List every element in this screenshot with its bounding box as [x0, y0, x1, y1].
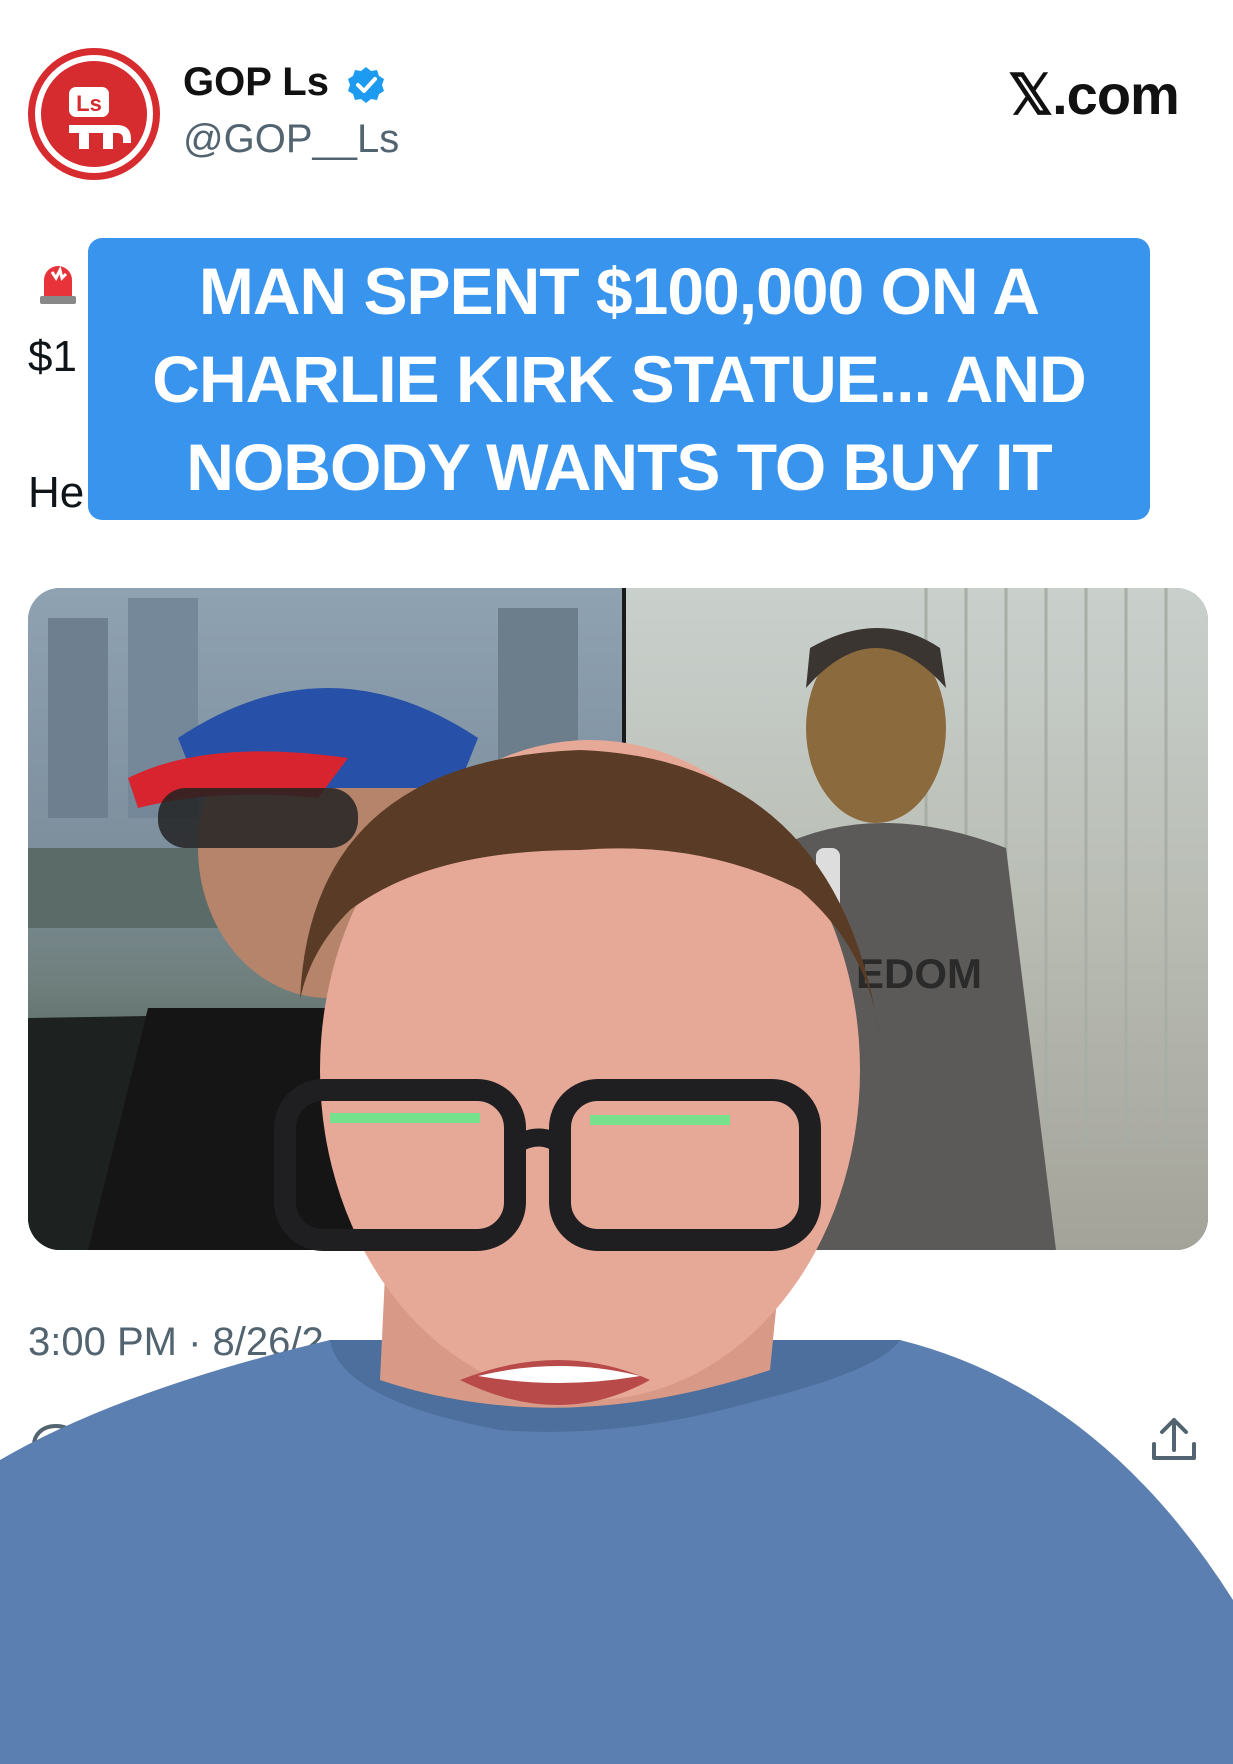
avatar[interactable]: Ls — [28, 48, 160, 180]
siren-emoji-icon — [40, 265, 76, 304]
tweet-text-line-1: $1 — [28, 332, 77, 381]
svg-text:Ls: Ls — [76, 91, 102, 116]
caption-text: MAN SPENT $100,000 ON A CHARLIE KIRK STA… — [152, 254, 1086, 504]
verified-badge-icon — [348, 67, 384, 103]
display-name[interactable]: GOP Ls — [183, 60, 329, 105]
video-caption-banner: MAN SPENT $100,000 ON A CHARLIE KIRK STA… — [88, 238, 1150, 520]
gop-ls-logo-icon: Ls — [69, 87, 131, 149]
handle[interactable]: @GOP__Ls — [183, 117, 399, 162]
x-com-watermark: 𝕏.com — [1008, 63, 1180, 126]
tweet-text-line-2: He — [28, 468, 85, 517]
creator-overlay — [0, 740, 1233, 1764]
